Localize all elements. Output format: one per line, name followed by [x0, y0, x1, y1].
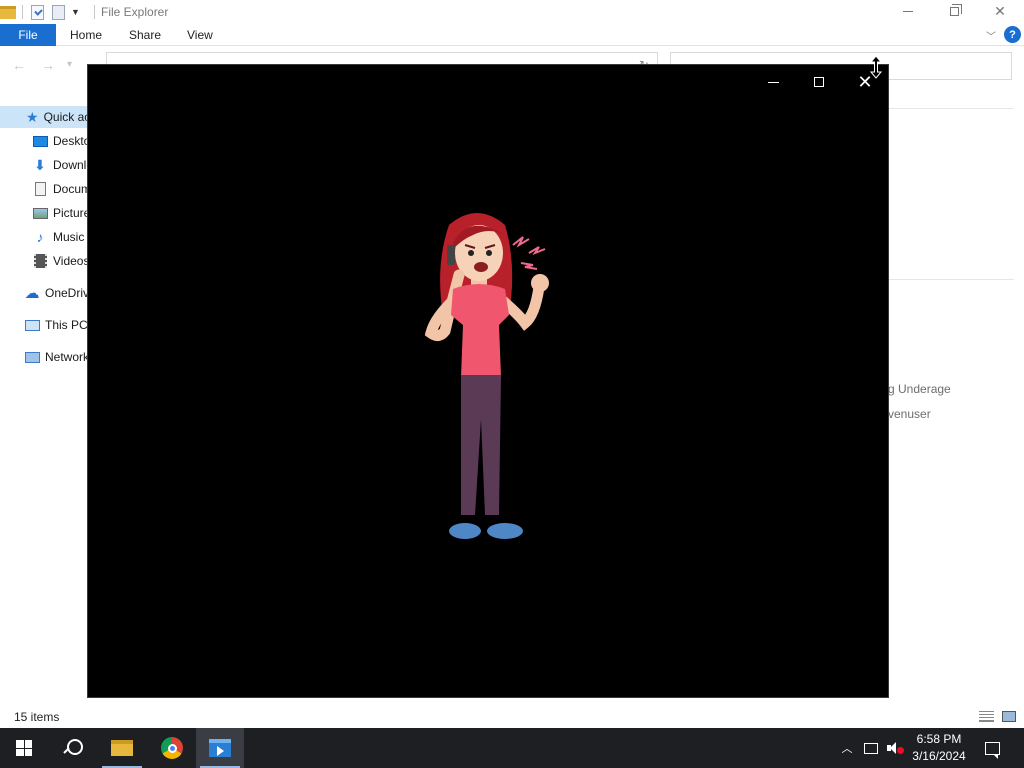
this-pc-icon — [24, 319, 40, 331]
navigation-pane: ★ Quick access Desktop ⬇ Downloads Docum… — [0, 104, 115, 704]
quick-access-toolbar: ▼ — [0, 3, 103, 21]
taskbar-media-player-button[interactable] — [196, 728, 244, 768]
desktop-icon — [32, 135, 48, 147]
search-icon — [63, 739, 83, 757]
content-divider — [888, 279, 1014, 280]
taskbar-file-explorer-button[interactable] — [98, 728, 146, 768]
volume-tray-button[interactable] — [884, 728, 904, 768]
documents-icon — [34, 182, 46, 196]
help-icon[interactable]: ? — [1004, 26, 1021, 43]
pictures-icon — [32, 207, 48, 219]
chrome-icon — [161, 737, 183, 759]
taskbar-clock[interactable]: 6:58 PM 3/16/2024 — [908, 728, 970, 768]
minimize-icon — [903, 10, 913, 12]
properties-icon[interactable] — [31, 4, 44, 20]
quick-access-star-icon: ★ — [26, 108, 39, 125]
tab-view[interactable]: View — [187, 28, 213, 42]
restore-icon — [949, 3, 962, 16]
downloads-arrow-icon: ⬇ — [34, 156, 46, 173]
expand-ribbon-chevron-icon[interactable]: ﹀ — [986, 28, 996, 43]
start-windows-icon — [16, 740, 32, 756]
show-hidden-icons-button[interactable]: ︿ — [838, 728, 856, 768]
window-title: File Explorer — [101, 5, 169, 19]
toolbar-separator — [93, 5, 95, 19]
cartoon-woman-on-phone-image — [424, 213, 549, 539]
tab-share[interactable]: Share — [129, 28, 161, 42]
file-item-label[interactable]: g Underage — [888, 382, 951, 396]
sidebar-item-onedrive[interactable]: ☁ OneDrive — [24, 282, 96, 304]
taskbar: ︿ 6:58 PM 3/16/2024 — [0, 728, 1024, 768]
anger-spark-shape — [528, 246, 546, 256]
start-button[interactable] — [0, 728, 48, 768]
media-player-icon — [209, 739, 231, 757]
ribbon-tabs: File Home Share View ﹀ ? — [0, 24, 1024, 46]
anger-spark-shape — [512, 236, 530, 248]
minimize-icon — [767, 81, 779, 83]
sidebar-item-network[interactable]: Network — [24, 346, 89, 368]
sidebar-item-label: This PC — [45, 318, 88, 332]
sidebar-item-quick-access[interactable]: ★ Quick access — [0, 106, 115, 128]
shoe-shape — [487, 523, 523, 539]
player-minimize-button[interactable] — [753, 71, 793, 93]
action-center-button[interactable] — [980, 728, 1004, 768]
file-explorer-titlebar: ▼ File Explorer ✕ — [0, 0, 1024, 24]
folder-icon — [0, 5, 16, 19]
onedrive-cloud-icon: ☁ — [24, 285, 40, 302]
pants-shape — [461, 375, 501, 515]
taskbar-chrome-button[interactable] — [148, 728, 196, 768]
maximize-icon — [814, 77, 824, 87]
shirt-shape — [451, 284, 509, 377]
tab-file[interactable]: File — [0, 24, 56, 46]
sidebar-item-label: Videos — [53, 254, 90, 268]
file-explorer-icon — [111, 740, 133, 756]
status-bar: 15 items — [0, 706, 1024, 728]
phone-shape — [447, 245, 455, 265]
explorer-minimize-button[interactable] — [885, 0, 931, 22]
item-count: 15 items — [14, 710, 60, 724]
player-maximize-button[interactable] — [799, 71, 839, 93]
videos-film-icon — [33, 254, 47, 268]
notification-icon — [984, 741, 1000, 759]
fist-shape — [531, 274, 549, 292]
close-icon: ✕ — [994, 2, 1006, 19]
sidebar-item-label: Network — [45, 350, 90, 364]
back-arrow-icon[interactable]: ← — [12, 57, 26, 73]
customize-toolbar-dropdown-icon[interactable]: ▼ — [71, 7, 80, 17]
sidebar-item-videos[interactable]: Videos — [32, 250, 89, 272]
network-tray-button[interactable] — [862, 728, 880, 768]
sidebar-item-music[interactable]: ♪ Music — [32, 226, 85, 248]
sidebar-item-this-pc[interactable]: This PC — [24, 314, 88, 336]
taskbar-search-button[interactable] — [48, 728, 96, 768]
explorer-restore-button[interactable] — [931, 0, 977, 22]
clock-date: 3/16/2024 — [912, 749, 966, 763]
resize-cursor-icon — [870, 55, 882, 79]
shoe-shape — [449, 523, 481, 539]
large-icons-view-icon[interactable] — [1002, 711, 1016, 722]
new-folder-icon[interactable] — [52, 4, 65, 20]
forward-arrow-icon[interactable]: → — [41, 57, 55, 73]
tab-home[interactable]: Home — [70, 28, 102, 42]
clock-time: 6:58 PM — [916, 732, 962, 746]
sidebar-item-label: Music — [53, 230, 85, 244]
volume-muted-icon — [887, 742, 904, 754]
details-view-icon[interactable] — [979, 711, 994, 722]
recent-locations-chevron-icon[interactable]: ▾ — [67, 59, 72, 70]
mouth-shape — [474, 262, 488, 272]
toolbar-separator — [22, 5, 23, 19]
anger-spark-shape — [520, 262, 538, 270]
chevron-up-icon: ︿ — [841, 743, 853, 755]
network-icon — [24, 351, 40, 363]
eye-shape — [468, 250, 474, 256]
file-item-label[interactable]: venuser — [888, 407, 931, 421]
explorer-close-button[interactable]: ✕ — [977, 0, 1023, 22]
media-player-window[interactable]: ✕ — [87, 64, 889, 698]
eye-shape — [486, 250, 492, 256]
network-status-icon — [864, 742, 878, 754]
music-note-icon: ♪ — [36, 229, 44, 245]
content-divider — [888, 108, 1014, 109]
